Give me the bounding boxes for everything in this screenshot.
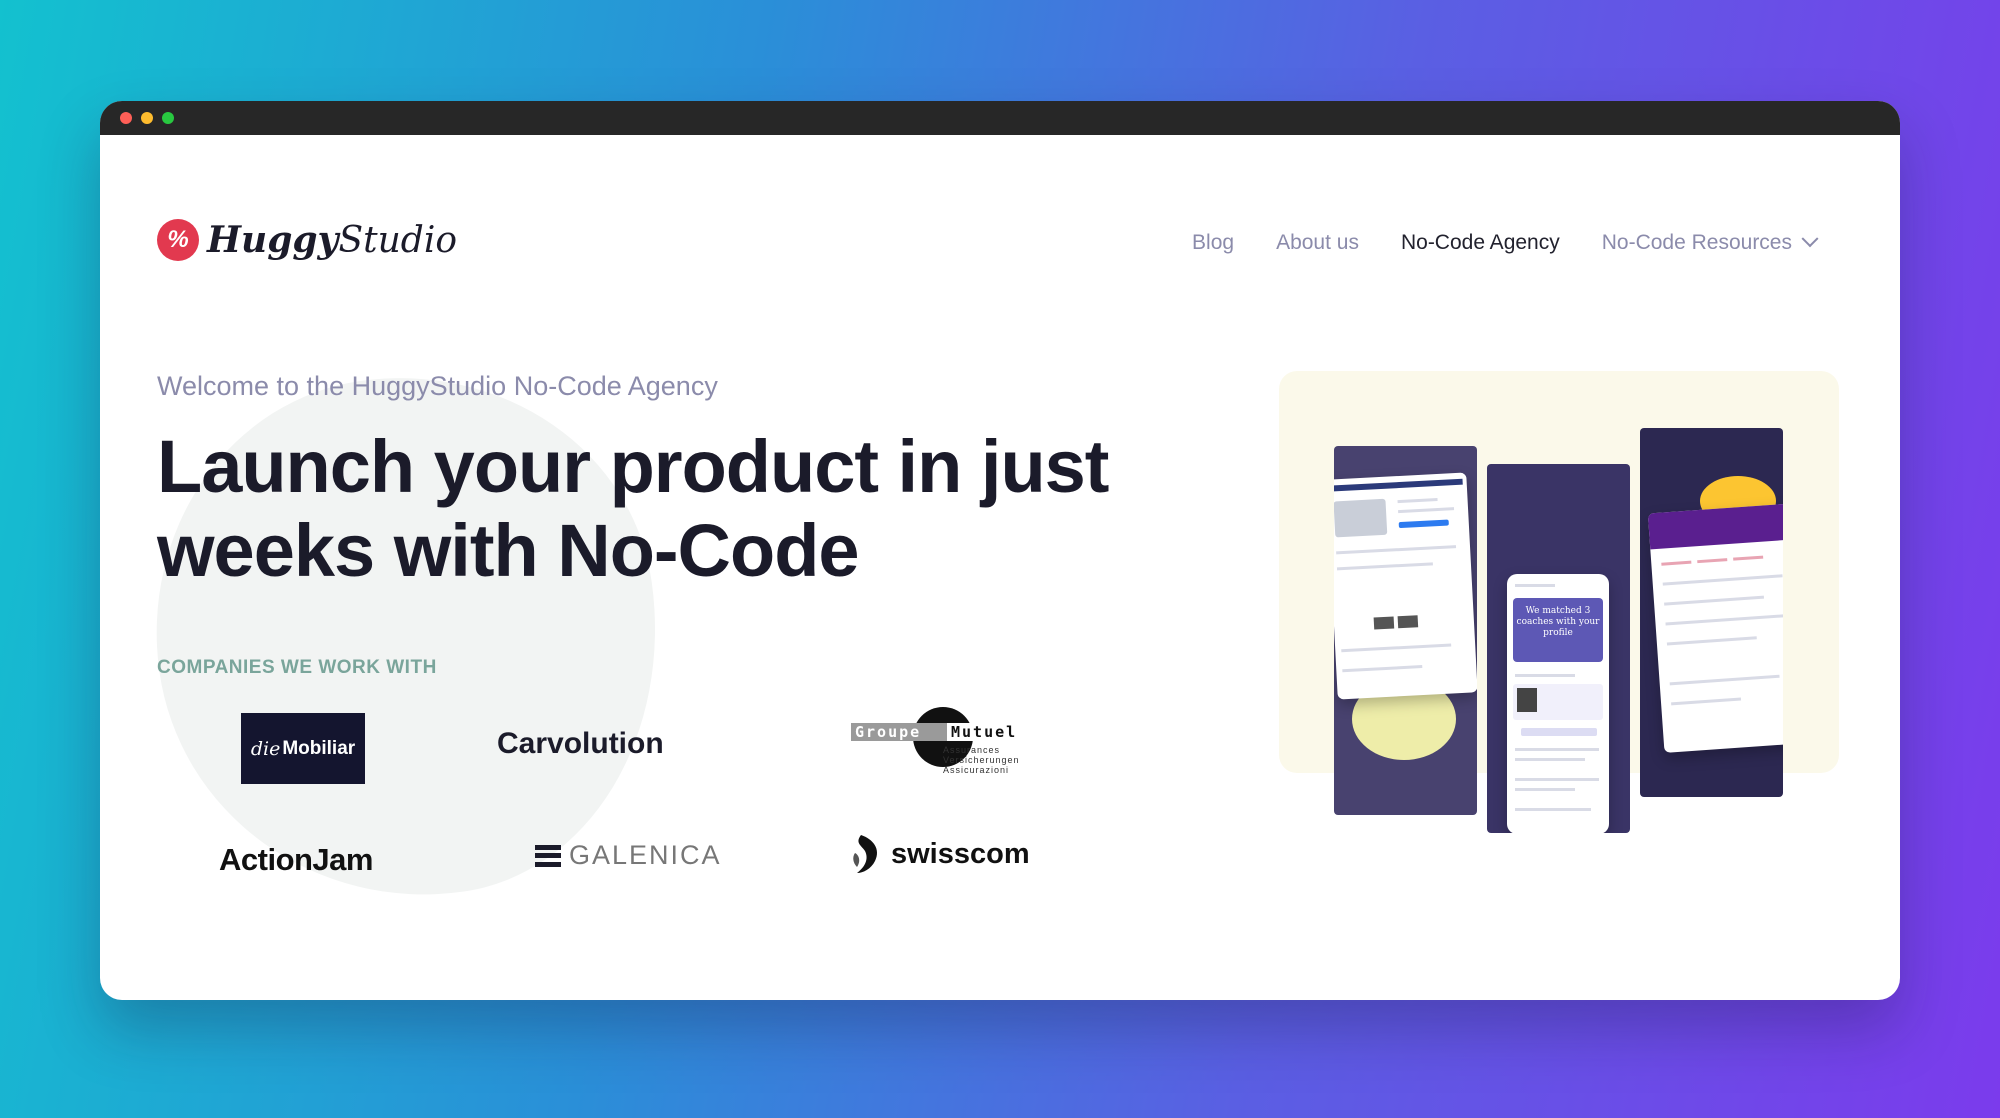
swisscom-text: swisscom <box>891 837 1030 870</box>
nav-link-blog[interactable]: Blog <box>1192 231 1234 255</box>
client-logo-swisscom: swisscom <box>851 833 1030 875</box>
chevron-down-icon <box>1801 230 1819 248</box>
nav-link-no-code-agency[interactable]: No-Code Agency <box>1401 231 1560 255</box>
swisscom-mark-icon <box>853 835 878 873</box>
groupe-mutuel-tag3: Assicurazioni <box>943 765 1009 775</box>
companies-title: COMPANIES WE WORK WITH <box>157 657 437 678</box>
client-logo-groupe-mutuel: Groupe Mutuel Assurances Versicherungen … <box>851 703 1031 783</box>
groupe-mutuel-word2: Mutuel <box>951 723 1017 741</box>
mobiliar-die-text: die <box>250 737 281 760</box>
site-logo[interactable]: % HuggyStudio <box>157 219 457 261</box>
showcase-panel-dashboard-app <box>1640 428 1783 797</box>
client-logo-actionjam: ActionJam <box>219 842 373 877</box>
hero-headline: Launch your product in just weeks with N… <box>157 425 1109 592</box>
client-logo-mobiliar: die Mobiliar <box>241 713 365 784</box>
logo-secondary-text: Studio <box>338 220 457 261</box>
groupe-mutuel-tag2: Versicherungen <box>943 755 1020 765</box>
nav-link-no-code-resources[interactable]: No-Code Resources <box>1601 230 1819 255</box>
logo-primary-text: Huggy <box>207 219 339 261</box>
close-window-button[interactable] <box>120 112 132 124</box>
coach-match-card: We matched 3 coaches with your profile <box>1513 598 1603 662</box>
nav-link-no-code-resources-label: No-Code Resources <box>1601 231 1792 254</box>
client-logo-galenica: GALENICA <box>535 840 722 871</box>
window-titlebar <box>100 101 1900 135</box>
galenica-mark-icon <box>535 844 561 867</box>
main-nav: Blog About us No-Code Agency No-Code Res… <box>1150 230 1819 255</box>
logo-mark-icon: % <box>157 219 199 261</box>
logo-wordmark: HuggyStudio <box>207 219 457 261</box>
showcase-panel-coaching-app: We matched 3 coaches with your profile <box>1487 464 1630 833</box>
car-app-screen <box>1334 472 1477 700</box>
mobiliar-name-text: Mobiliar <box>282 737 356 759</box>
page-content: % HuggyStudio Blog About us No-Code Agen… <box>100 135 1900 1000</box>
browser-window: % HuggyStudio Blog About us No-Code Agen… <box>100 101 1900 1000</box>
minimize-window-button[interactable] <box>141 112 153 124</box>
showcase-panel-car-app <box>1334 446 1477 815</box>
maximize-window-button[interactable] <box>162 112 174 124</box>
client-logo-carvolution: Carvolution <box>497 727 664 760</box>
nav-link-about-us[interactable]: About us <box>1276 231 1359 255</box>
hero-eyebrow: Welcome to the HuggyStudio No-Code Agenc… <box>157 371 718 401</box>
coaching-phone-screen: We matched 3 coaches with your profile <box>1507 574 1609 833</box>
groupe-mutuel-logo-icon: Groupe Mutuel Assurances Versicherungen … <box>851 707 1031 775</box>
galenica-text: GALENICA <box>569 840 722 870</box>
groupe-mutuel-tag1: Assurances <box>943 745 1000 755</box>
groupe-mutuel-word1: Groupe <box>855 723 921 741</box>
dashboard-screen <box>1647 503 1783 753</box>
